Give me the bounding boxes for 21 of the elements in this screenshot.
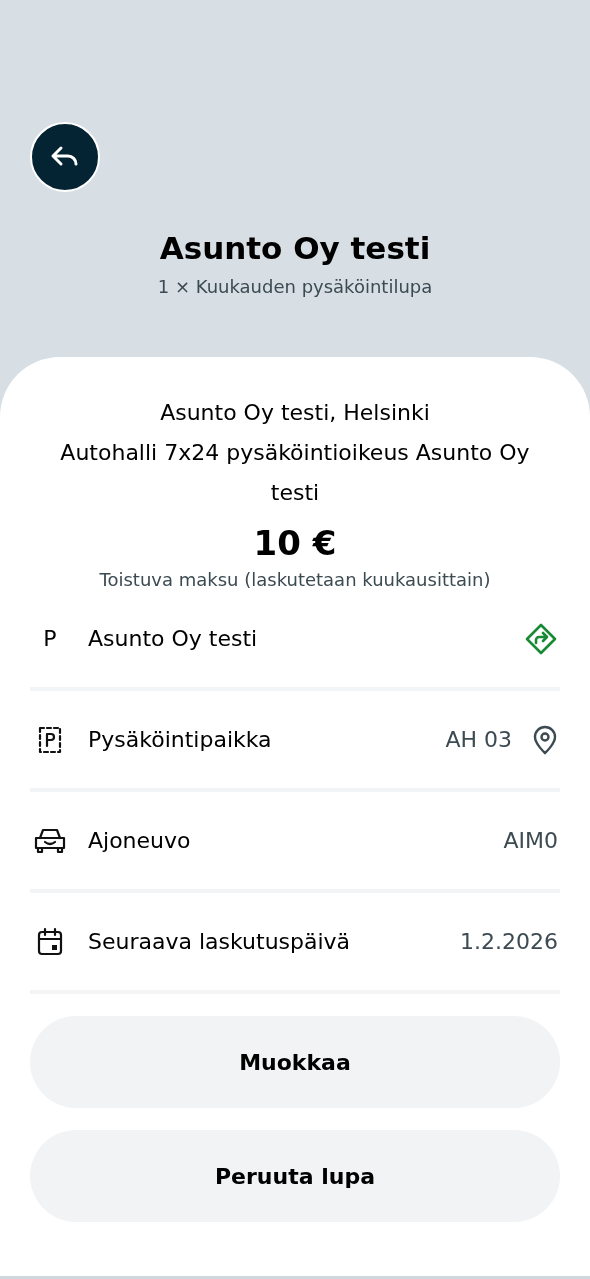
row-value: AIM0 xyxy=(503,828,558,853)
parking-letter: P xyxy=(43,626,57,651)
page-title: Asunto Oy testi xyxy=(158,230,432,266)
car-icon xyxy=(33,826,67,855)
calendar-icon xyxy=(36,926,64,957)
billing-note: Toistuva maksu (laskutetaan kuukausittain) xyxy=(98,569,492,590)
price-text: 10 € xyxy=(252,523,338,563)
row-label: Ajoneuvo xyxy=(88,828,192,853)
row-label: Seuraava laskutuspäivä xyxy=(88,929,352,954)
row-label: Asunto Oy testi xyxy=(88,626,259,651)
page-subtitle: 1 × Kuukauden pysäköintilupa xyxy=(156,276,434,297)
row-value: AH 03 xyxy=(445,727,512,752)
row-value: 1.2.2026 xyxy=(460,929,558,954)
location-pin-icon[interactable] xyxy=(532,724,558,755)
directions-icon[interactable] xyxy=(524,621,558,656)
parking-spot-icon xyxy=(38,725,62,754)
row-label: Pysäköintipaikka xyxy=(88,727,273,752)
summary-text: Autohalli 7x24 pysäköintioikeus Asunto Oy testi xyxy=(59,439,531,507)
summary-text: Asunto Oy testi, Helsinki xyxy=(159,399,431,427)
action-button[interactable]: Muokkaa xyxy=(30,1016,560,1108)
action-button[interactable]: Peruuta lupa xyxy=(30,1130,560,1222)
